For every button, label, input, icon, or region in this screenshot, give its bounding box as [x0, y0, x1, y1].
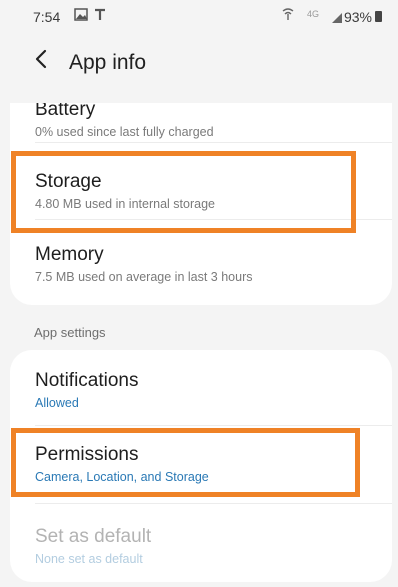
memory-row[interactable]: Memory 7.5 MB used on average in last 3 … [10, 220, 392, 295]
battery-row[interactable]: Battery 0% used since last fully charged [10, 103, 392, 143]
storage-title: Storage [35, 171, 102, 192]
section-header-app-settings: App settings [34, 325, 106, 340]
battery-subtitle: 0% used since last fully charged [35, 125, 214, 139]
notifications-subtitle: Allowed [35, 396, 79, 410]
back-arrow-icon[interactable] [30, 48, 52, 70]
status-bar: 7:54 4G 93% [0, 0, 398, 34]
memory-title: Memory [35, 244, 104, 265]
permissions-subtitle: Camera, Location, and Storage [35, 470, 209, 484]
status-time: 7:54 [33, 9, 61, 25]
battery-title: Battery [35, 103, 96, 120]
permissions-title: Permissions [35, 444, 139, 465]
storage-subtitle: 4.80 MB used in internal storage [35, 197, 215, 211]
network-type: 4G [306, 9, 319, 19]
set-as-default-subtitle: None set as default [35, 552, 143, 566]
app-settings-card: Notifications Allowed Permissions Camera… [10, 350, 392, 582]
page-title: App info [69, 51, 147, 74]
gallery-icon [74, 8, 88, 24]
app-bar: App info [0, 34, 398, 92]
usage-card: Battery 0% used since last fully charged… [10, 103, 392, 305]
t-icon [94, 8, 106, 24]
set-as-default-row: Set as default None set as default [10, 504, 392, 582]
notifications-row[interactable]: Notifications Allowed [10, 350, 392, 426]
set-as-default-title: Set as default [35, 526, 152, 547]
notifications-title: Notifications [35, 370, 139, 391]
memory-subtitle: 7.5 MB used on average in last 3 hours [35, 270, 253, 284]
battery-percent: 93% [343, 9, 372, 25]
signal-icon [332, 13, 342, 23]
battery-icon [375, 11, 382, 22]
permissions-row[interactable]: Permissions Camera, Location, and Storag… [10, 426, 392, 504]
wifi-calling-icon [282, 8, 294, 24]
storage-row[interactable]: Storage 4.80 MB used in internal storage [10, 143, 392, 220]
